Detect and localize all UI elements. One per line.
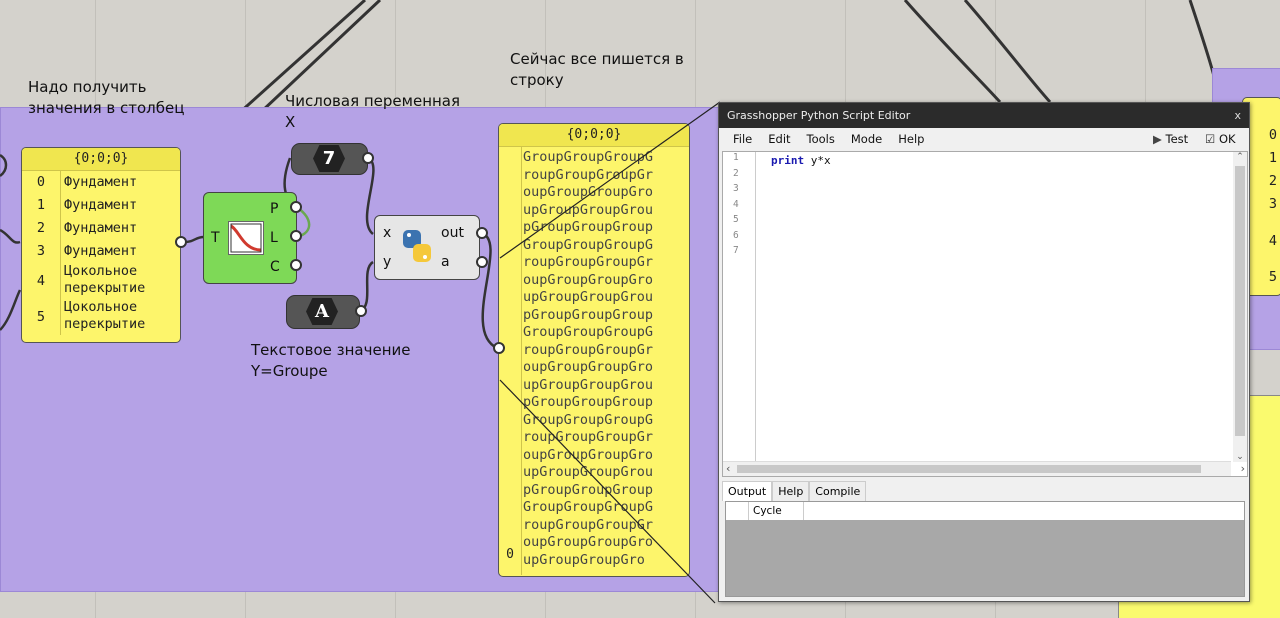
- line-number: 6: [733, 229, 739, 241]
- editor-tabs: Output Help Compile: [722, 481, 867, 501]
- line-numbers: 1 2 3 4 5 6 7: [723, 152, 756, 462]
- editor-titlebar[interactable]: Grasshopper Python Script Editor x: [719, 103, 1249, 128]
- line-number: 2: [733, 167, 739, 179]
- editor-title: Grasshopper Python Script Editor: [727, 109, 911, 122]
- code-expression: y*x: [804, 154, 831, 167]
- code-editor[interactable]: 1 2 3 4 5 6 7 print y*x ⌃ ⌄ ‹ ›: [722, 151, 1248, 477]
- scroll-left-icon[interactable]: ‹: [726, 462, 730, 475]
- test-label: Test: [1165, 132, 1189, 146]
- output-col-empty: [726, 502, 749, 520]
- menu-mode[interactable]: Mode: [851, 132, 882, 146]
- menu-file[interactable]: File: [733, 132, 752, 146]
- horizontal-scroll-thumb[interactable]: [737, 465, 1201, 473]
- output-header: Cycle: [726, 502, 1244, 520]
- line-number: 5: [733, 214, 739, 225]
- ok-label: OK: [1218, 132, 1236, 146]
- close-button[interactable]: x: [1234, 103, 1241, 128]
- play-icon: ▶: [1153, 132, 1162, 146]
- right-panel-index: 4: [1268, 233, 1277, 249]
- horizontal-scrollbar[interactable]: ‹ ›: [723, 461, 1245, 476]
- line-number: 7: [733, 245, 739, 256]
- right-panel-index: 0: [1268, 127, 1277, 143]
- code-line-1[interactable]: print y*x: [771, 154, 831, 167]
- menu-edit[interactable]: Edit: [768, 132, 790, 146]
- code-keyword: print: [771, 154, 805, 167]
- line-number: 3: [733, 183, 739, 194]
- scroll-right-icon[interactable]: ›: [1241, 462, 1245, 475]
- scroll-up-icon[interactable]: ⌃: [1233, 152, 1247, 162]
- editor-menu: File Edit Tools Mode Help ▶ Test ☑ OK: [719, 128, 1249, 150]
- right-panel-index: 5: [1268, 269, 1277, 285]
- vertical-scrollbar[interactable]: ⌃ ⌄: [1233, 152, 1247, 462]
- line-number: 4: [733, 198, 739, 210]
- ok-button[interactable]: ☑ OK: [1205, 132, 1236, 146]
- right-panel-index: 1: [1268, 150, 1277, 166]
- line-number: 1: [733, 152, 739, 163]
- menu-help[interactable]: Help: [898, 132, 924, 146]
- right-panel-index: 3: [1268, 196, 1277, 212]
- output-area[interactable]: Cycle: [725, 501, 1245, 597]
- menu-tools[interactable]: Tools: [807, 132, 835, 146]
- python-script-editor[interactable]: Grasshopper Python Script Editor x File …: [718, 102, 1250, 602]
- scroll-down-icon[interactable]: ⌄: [1233, 452, 1247, 462]
- right-panel-index: 2: [1268, 173, 1277, 189]
- tab-output[interactable]: Output: [722, 481, 773, 501]
- tab-help[interactable]: Help: [772, 481, 810, 501]
- tab-compile[interactable]: Compile: [809, 481, 867, 501]
- checkmark-icon: ☑: [1205, 132, 1216, 146]
- output-col-cycle: Cycle: [749, 502, 804, 520]
- vertical-scroll-thumb[interactable]: [1235, 166, 1245, 436]
- test-button[interactable]: ▶ Test: [1153, 132, 1188, 146]
